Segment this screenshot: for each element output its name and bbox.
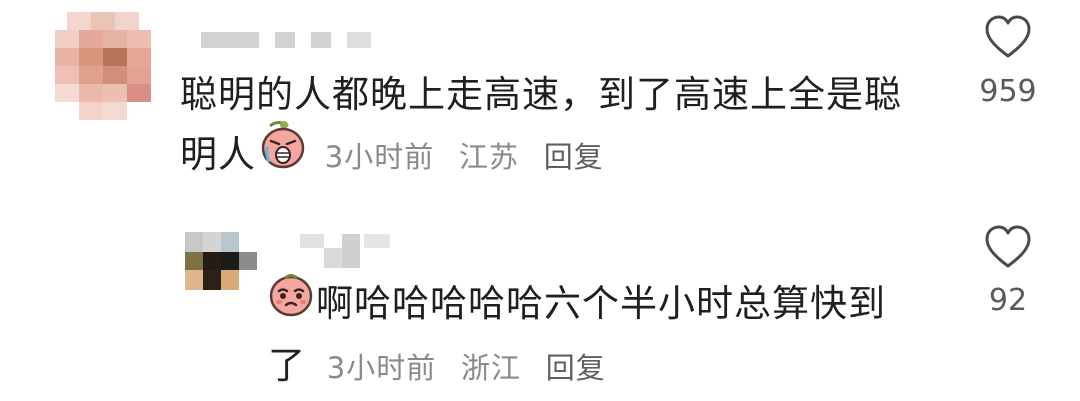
like-count: 959 bbox=[979, 74, 1037, 109]
like-button[interactable] bbox=[983, 14, 1033, 60]
like-count: 92 bbox=[988, 283, 1028, 318]
comment-text-line-2: 明人 3小时前 江苏 回复 bbox=[180, 121, 604, 187]
teary-face-emoji bbox=[268, 271, 314, 334]
comment-text-line-2: 了 3小时前 浙江 回复 bbox=[268, 337, 606, 397]
comment-text-line-1: 聪明的人都晚上走高速，到了高速上全是聪 bbox=[180, 73, 902, 116]
comment-text-line-1: 啊哈哈哈哈哈六个半小时总算快到 bbox=[268, 274, 886, 334]
timestamp: 3小时前 bbox=[324, 140, 435, 174]
heart-outline-icon bbox=[985, 15, 1031, 58]
username[interactable] bbox=[201, 32, 391, 48]
heart-outline-icon bbox=[985, 225, 1031, 268]
comment-text-line-2-text: 了 bbox=[268, 344, 306, 387]
reply-button[interactable]: 回复 bbox=[546, 351, 606, 385]
like-button[interactable] bbox=[983, 224, 1033, 270]
avatar[interactable] bbox=[55, 12, 151, 120]
comment-text-line-2-text: 明人 bbox=[180, 133, 256, 176]
reply-button[interactable]: 回复 bbox=[544, 140, 604, 174]
timestamp: 3小时前 bbox=[326, 351, 437, 385]
crying-face-emoji bbox=[260, 120, 306, 187]
location: 江苏 bbox=[458, 140, 519, 174]
comment-text-line-1-text: 啊哈哈哈哈哈六个半小时总算快到 bbox=[316, 282, 886, 325]
username[interactable] bbox=[300, 234, 400, 270]
location: 浙江 bbox=[460, 351, 521, 385]
avatar[interactable] bbox=[185, 232, 257, 290]
